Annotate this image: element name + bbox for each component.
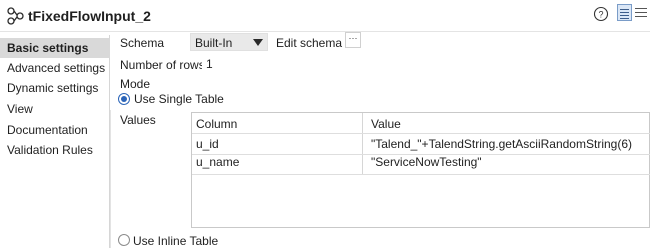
row-value-cell[interactable]: "Talend_"+TalendString.getAsciiRandomStr… — [371, 137, 632, 151]
values-table[interactable]: Column Value u_id "Talend_"+TalendString… — [191, 112, 650, 228]
column-divider — [362, 113, 363, 175]
use-inline-table-radio[interactable] — [118, 234, 130, 246]
sidebar-item-documentation[interactable]: Documentation — [0, 120, 110, 140]
number-of-rows-label: Number of rows — [120, 58, 205, 72]
use-single-table-radio[interactable] — [118, 93, 130, 105]
mode-label: Mode — [120, 77, 151, 91]
values-label: Values — [120, 113, 156, 127]
value-header[interactable]: Value — [371, 117, 401, 131]
chevron-down-icon — [253, 39, 263, 46]
schema-select-value: Built-In — [195, 36, 233, 50]
schema-label: Schema — [120, 36, 165, 50]
svg-text:?: ? — [598, 10, 603, 20]
row-column-cell[interactable]: u_name — [196, 155, 239, 169]
header-divider — [192, 133, 650, 134]
list-view-icon[interactable] — [634, 6, 648, 20]
settings-sidebar: Basic settings Advanced settings Dynamic… — [0, 35, 110, 248]
edit-schema-button[interactable]: ··· — [345, 32, 361, 48]
row-divider — [192, 174, 650, 175]
row-value-cell[interactable]: "ServiceNowTesting" — [371, 155, 482, 169]
flow-component-icon — [7, 7, 24, 25]
sidebar-item-dynamic-settings[interactable]: Dynamic settings — [0, 78, 110, 98]
help-icon[interactable]: ? — [593, 6, 609, 22]
sidebar-item-basic-settings[interactable]: Basic settings — [0, 38, 110, 58]
sidebar-item-validation-rules[interactable]: Validation Rules — [0, 140, 110, 160]
component-title: tFixedFlowInput_2 — [28, 8, 151, 24]
number-of-rows-input[interactable]: 1 — [202, 55, 650, 73]
number-of-rows-value: 1 — [206, 57, 213, 71]
column-header[interactable]: Column — [196, 117, 237, 131]
sidebar-item-advanced-settings[interactable]: Advanced settings — [0, 58, 110, 78]
edit-schema-label: Edit schema — [276, 36, 343, 50]
use-single-table-label[interactable]: Use Single Table — [134, 92, 224, 106]
tabbed-view-toggle-icon[interactable] — [617, 4, 632, 21]
schema-select[interactable]: Built-In — [190, 33, 268, 51]
row-column-cell[interactable]: u_id — [196, 137, 219, 151]
title-bar: tFixedFlowInput_2 ? — [0, 0, 650, 32]
sidebar-item-view[interactable]: View — [0, 99, 110, 119]
use-inline-table-label[interactable]: Use Inline Table — [133, 234, 218, 248]
divider — [110, 110, 111, 248]
